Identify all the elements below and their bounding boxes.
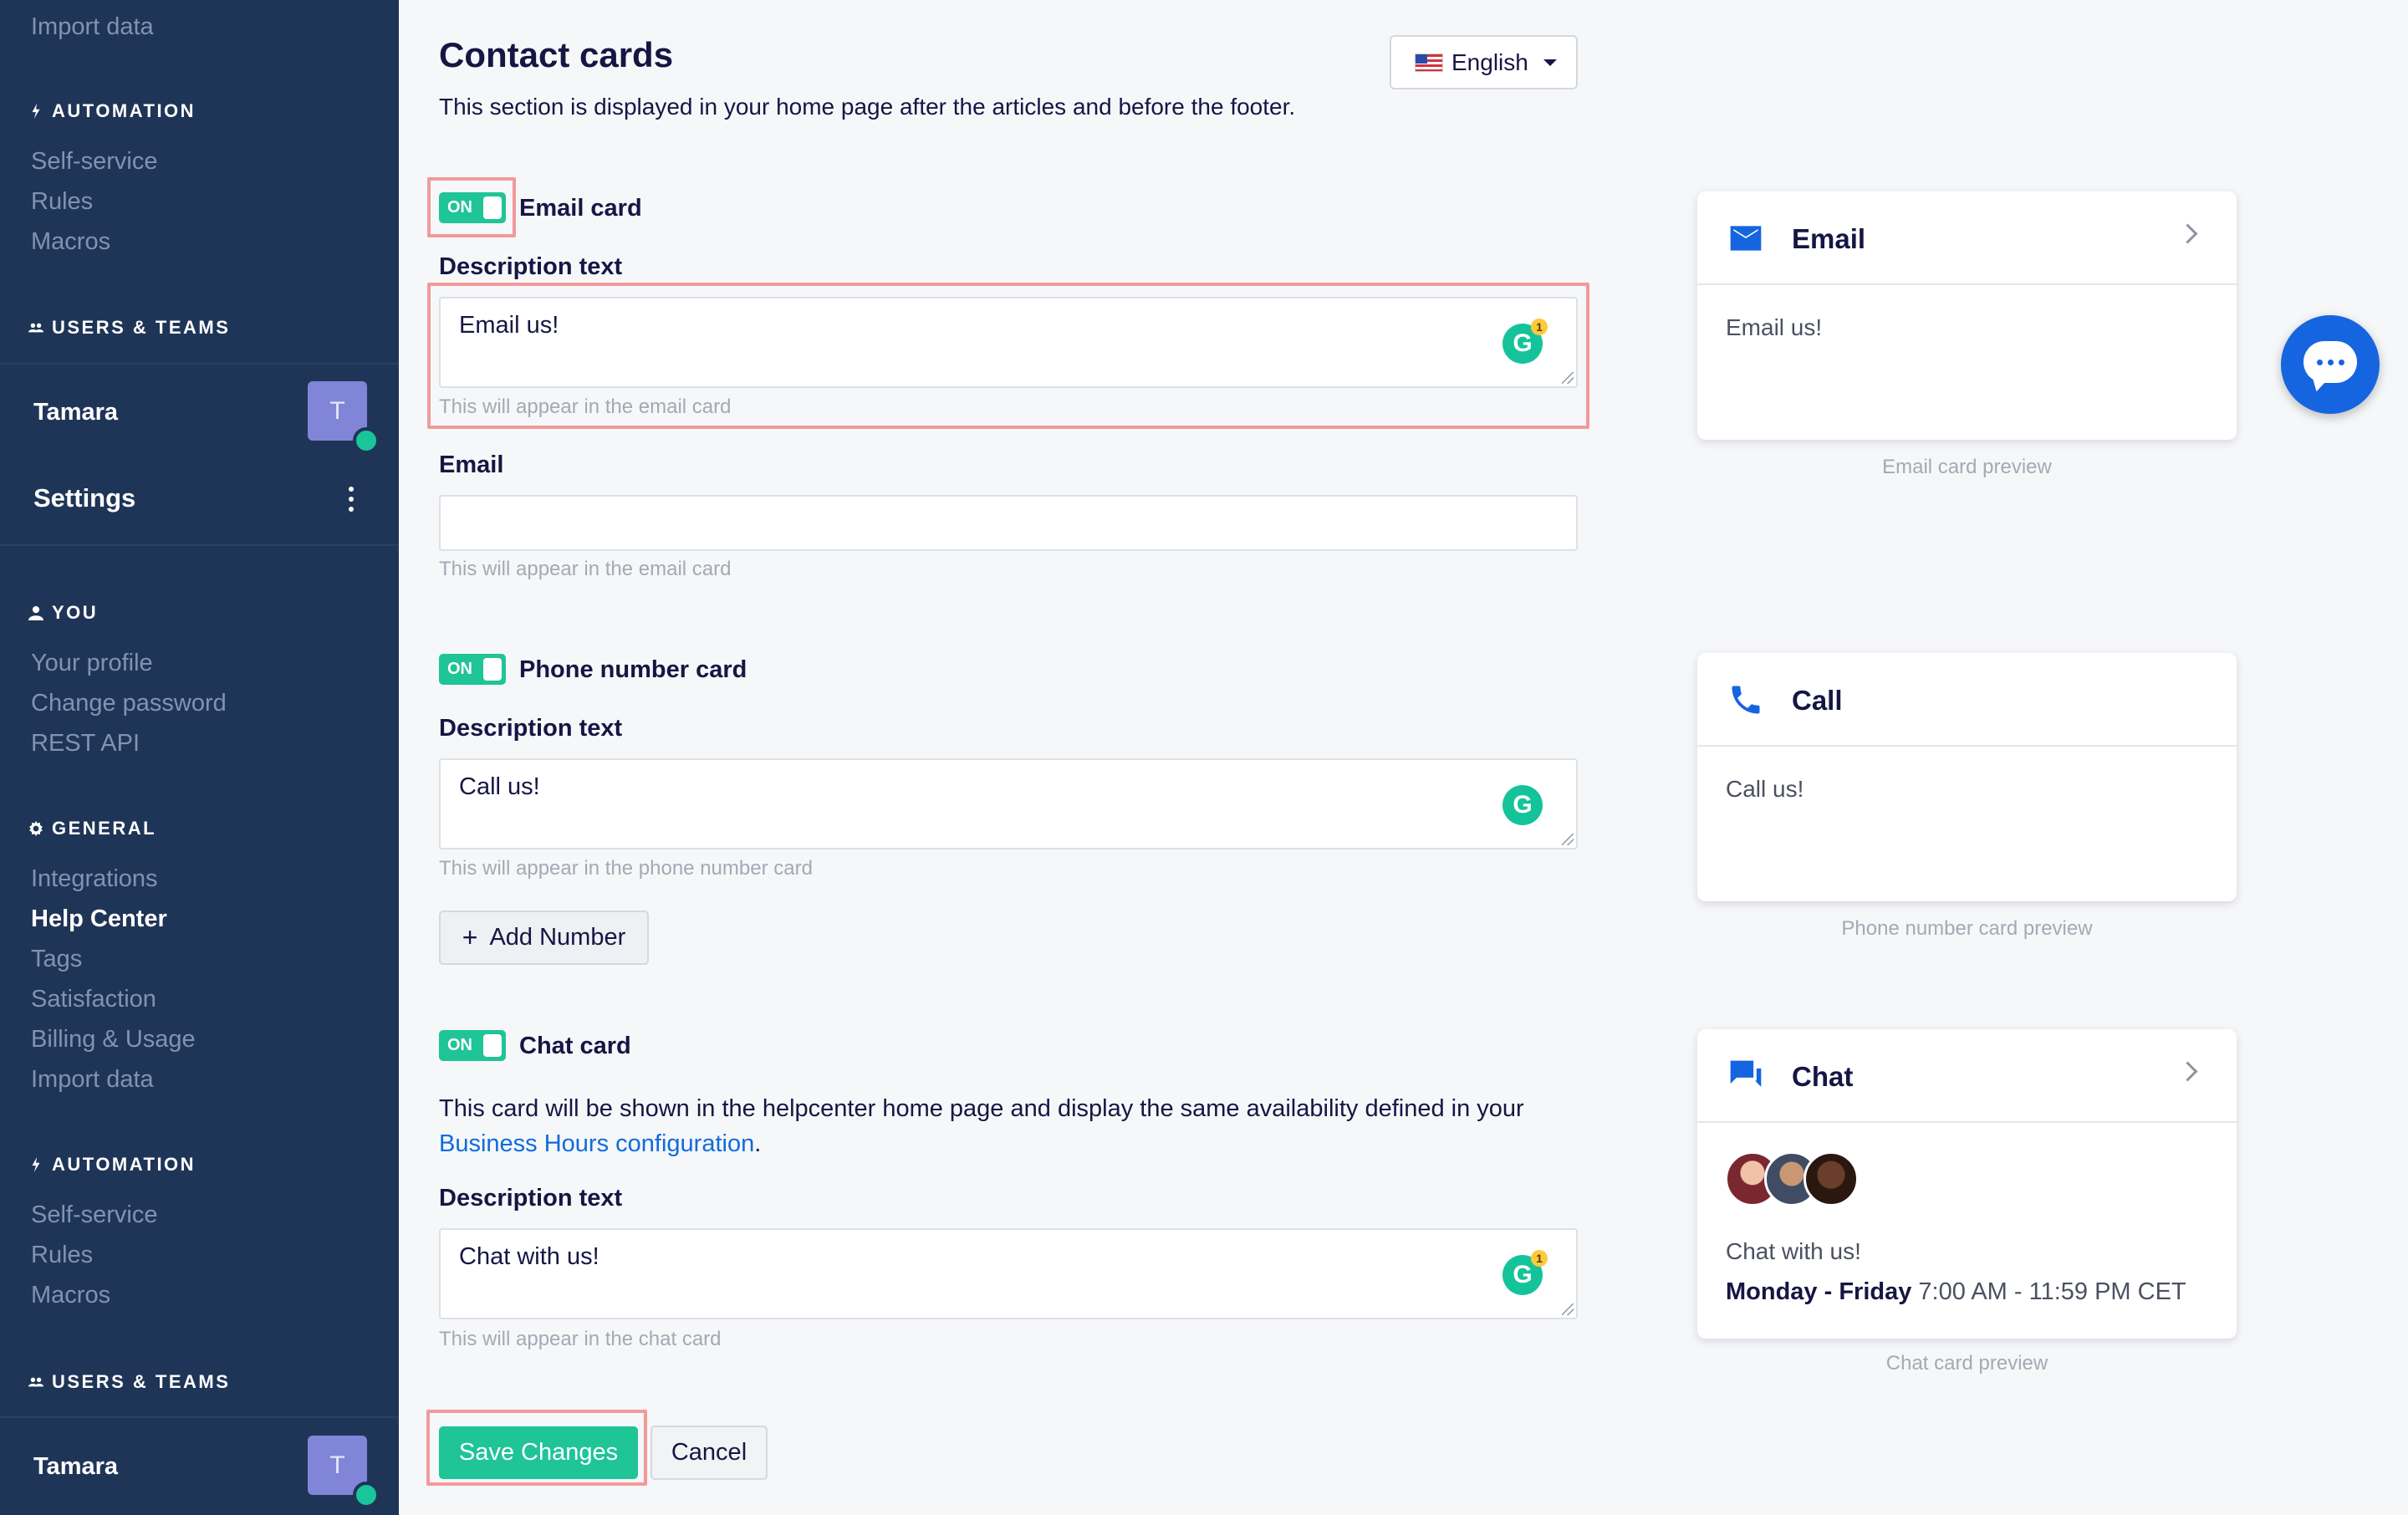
user-icon: [28, 606, 43, 620]
us-flag-icon: [1415, 53, 1443, 72]
sidebar: Import data AUTOMATION Self-service Rule…: [0, 0, 399, 1515]
language-value: English: [1451, 48, 1528, 75]
phone-card-toggle[interactable]: ON: [439, 654, 506, 685]
preview-business-hours: Monday - Friday 7:00 AM - 11:59 PM CET: [1726, 1278, 2186, 1305]
chat-description-hint: This will appear in the chat card: [439, 1328, 722, 1350]
sidebar-item-import-data[interactable]: Import data: [31, 13, 154, 41]
sidebar-item-rules[interactable]: Rules: [31, 1242, 93, 1269]
business-hours-link[interactable]: Business Hours configuration: [439, 1130, 754, 1157]
bolt-icon: [32, 1157, 40, 1172]
users-icon: [28, 1377, 43, 1387]
sidebar-item-self-service[interactable]: Self-service: [31, 1201, 158, 1229]
sidebar-heading-automation: AUTOMATION: [28, 100, 196, 122]
phone-card-preview[interactable]: Call Call us!: [1697, 653, 2237, 901]
sidebar-item-macros[interactable]: Macros: [31, 1282, 110, 1309]
phone-card-label: Phone number card: [519, 656, 747, 683]
save-changes-button[interactable]: Save Changes: [439, 1426, 638, 1479]
sidebar-item-help-center[interactable]: Help Center: [31, 905, 167, 933]
email-description-hint: This will appear in the email card: [439, 395, 732, 418]
chat-description-label: Description text: [439, 1185, 623, 1211]
chat-description-textarea[interactable]: Chat with us! G1: [439, 1228, 1578, 1319]
online-status-dot: [353, 1482, 380, 1508]
gear-icon: [29, 821, 43, 836]
sidebar-settings-label[interactable]: Settings: [33, 483, 135, 513]
page-description: This section is displayed in your home p…: [439, 94, 1296, 120]
chat-card-label: Chat card: [519, 1033, 631, 1059]
mail-icon: [1730, 226, 1762, 251]
sidebar-divider: [0, 1416, 399, 1418]
phone-description-hint: This will appear in the phone number car…: [439, 857, 813, 880]
resize-handle[interactable]: [1562, 372, 1574, 384]
sidebar-item-rest-api[interactable]: REST API: [31, 730, 140, 758]
preview-caption: Chat card preview: [1885, 1352, 2048, 1375]
chat-card-preview[interactable]: Chat Chat with us! Monday - Friday 7:00 …: [1697, 1029, 2237, 1339]
email-field[interactable]: [439, 495, 1578, 551]
preview-title: Chat: [1792, 1061, 1854, 1092]
preview-caption: Email card preview: [1882, 456, 2052, 478]
preview-body: Chat with us!: [1726, 1238, 1861, 1264]
preview-title: Email: [1792, 223, 1866, 254]
chat-launcher-button[interactable]: [2281, 315, 2380, 414]
phone-description-label: Description text: [439, 715, 623, 742]
sidebar-heading-automation: AUTOMATION: [28, 1154, 196, 1176]
sidebar-item-integrations[interactable]: Integrations: [31, 865, 158, 893]
sidebar-item-import-data[interactable]: Import data: [31, 1066, 154, 1094]
page-title: Contact cards: [439, 35, 674, 74]
email-card-preview[interactable]: Email Email us!: [1697, 191, 2237, 440]
email-card-toggle[interactable]: ON: [439, 192, 506, 223]
sidebar-user-name[interactable]: Tamara: [33, 1453, 118, 1481]
sidebar-heading-general: GENERAL: [28, 818, 156, 839]
sidebar-heading-users-teams: USERS & TEAMS: [28, 317, 230, 339]
bolt-icon: [32, 104, 40, 119]
resize-handle[interactable]: [1562, 834, 1574, 845]
sidebar-divider: [0, 544, 399, 546]
email-card-label: Email card: [519, 195, 642, 222]
sidebar-item-satisfaction[interactable]: Satisfaction: [31, 986, 156, 1013]
users-icon: [28, 323, 43, 333]
chat-card-info: This card will be shown in the helpcente…: [439, 1095, 1524, 1157]
cancel-button[interactable]: Cancel: [650, 1426, 768, 1480]
grammarly-icon[interactable]: G1: [1502, 1250, 1548, 1295]
add-number-button[interactable]: + Add Number: [439, 911, 649, 965]
email-field-label: Email: [439, 451, 504, 478]
email-description-textarea[interactable]: Email us! G1: [439, 297, 1578, 388]
sidebar-user-name[interactable]: Tamara: [33, 399, 118, 426]
sidebar-item-billing-usage[interactable]: Billing & Usage: [31, 1026, 196, 1053]
preview-caption: Phone number card preview: [1841, 917, 2093, 940]
email-field-hint: This will appear in the email card: [439, 558, 732, 580]
resize-handle[interactable]: [1562, 1303, 1574, 1315]
phone-icon: [1732, 686, 1760, 714]
chat-card-toggle[interactable]: ON: [439, 1030, 506, 1061]
sidebar-item-change-password[interactable]: Change password: [31, 690, 227, 717]
sidebar-heading-you: YOU: [28, 602, 98, 624]
phone-description-textarea[interactable]: Call us! G: [439, 758, 1578, 849]
sidebar-item-macros[interactable]: Macros: [31, 228, 110, 256]
grammarly-icon[interactable]: G: [1502, 785, 1543, 825]
caret-down-icon: [1543, 59, 1557, 66]
preview-title: Call: [1792, 685, 1843, 716]
sidebar-item-self-service[interactable]: Self-service: [31, 148, 158, 176]
grammarly-icon[interactable]: G1: [1502, 319, 1548, 364]
email-description-label: Description text: [439, 253, 623, 280]
chevron-right-icon: [2177, 1061, 2198, 1082]
sidebar-item-rules[interactable]: Rules: [31, 188, 93, 216]
kebab-menu-icon[interactable]: [348, 487, 355, 512]
chevron-right-icon: [2177, 223, 2198, 244]
agent-avatar: [1803, 1151, 1859, 1206]
plus-icon: +: [462, 922, 478, 952]
sidebar-item-tags[interactable]: Tags: [31, 946, 82, 973]
sidebar-item-your-profile[interactable]: Your profile: [31, 650, 153, 677]
language-dropdown[interactable]: English: [1390, 35, 1578, 89]
chat-bubbles-icon: [1730, 1060, 1762, 1087]
preview-body: Email us!: [1726, 314, 1823, 340]
online-status-dot: [353, 427, 380, 454]
sidebar-divider: [0, 363, 399, 365]
preview-body: Call us!: [1726, 776, 1804, 802]
sidebar-heading-users-teams: USERS & TEAMS: [28, 1371, 230, 1393]
